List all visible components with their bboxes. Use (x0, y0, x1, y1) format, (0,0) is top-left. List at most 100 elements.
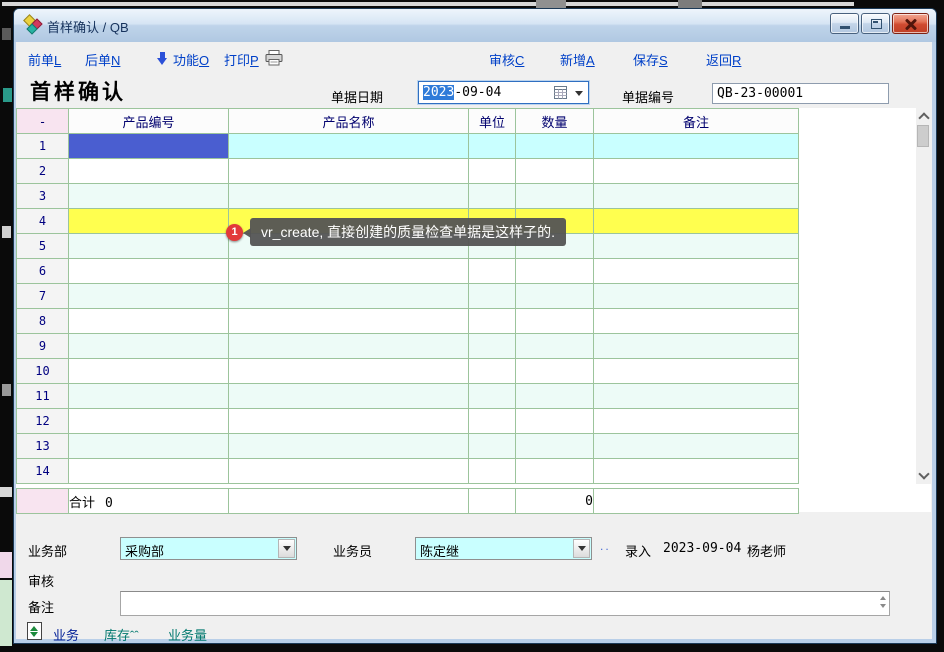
grid-cell[interactable] (69, 434, 229, 459)
grid-cell[interactable] (229, 334, 469, 359)
minimize-button[interactable] (830, 13, 859, 34)
maximize-button[interactable] (861, 13, 890, 34)
tab-inventory[interactable]: 库存ˆˆ (104, 625, 139, 644)
grid-cell[interactable] (516, 434, 594, 459)
grid-cell[interactable] (594, 209, 799, 234)
grid-cell[interactable] (469, 309, 516, 334)
grid-cell[interactable] (594, 184, 799, 209)
doc-date-input[interactable]: 2023-09-04 (418, 81, 589, 104)
grid-cell[interactable] (69, 209, 229, 234)
grid-cell[interactable] (229, 134, 469, 159)
scroll-up-button[interactable] (916, 108, 931, 124)
grid-cell[interactable] (469, 384, 516, 409)
new-button[interactable]: 新增A (560, 50, 595, 68)
grid-cell[interactable] (469, 409, 516, 434)
grid-cell[interactable] (516, 259, 594, 284)
printer-icon[interactable] (265, 50, 284, 71)
grid-cell[interactable] (229, 259, 469, 284)
grid-cell[interactable] (469, 334, 516, 359)
grid-cell[interactable] (594, 284, 799, 309)
grid-cell[interactable] (516, 284, 594, 309)
grid-cell[interactable] (229, 309, 469, 334)
grid-cell[interactable] (594, 309, 799, 334)
grid-cell[interactable] (594, 459, 799, 484)
more-button[interactable]: .. (600, 539, 611, 553)
grid-cell[interactable] (594, 384, 799, 409)
grid-cell[interactable] (469, 159, 516, 184)
grid-cell[interactable] (469, 459, 516, 484)
dept-dropdown-button[interactable] (278, 539, 295, 558)
scrollbar-thumb[interactable] (917, 125, 929, 147)
grid-cell[interactable] (594, 334, 799, 359)
print-button[interactable]: 打印P (224, 50, 259, 68)
functions-button[interactable]: 功能O (173, 50, 209, 68)
chevron-down-icon (578, 546, 586, 551)
grid-cell[interactable] (469, 434, 516, 459)
window-titlebar[interactable]: 首样确认 / QB (14, 9, 936, 42)
vertical-scrollbar[interactable] (916, 108, 931, 484)
grid-cell[interactable] (69, 359, 229, 384)
grid-cell[interactable] (516, 334, 594, 359)
back-button[interactable]: 返回R (706, 50, 741, 68)
grid-cell[interactable] (229, 459, 469, 484)
grid-cell[interactable] (229, 409, 469, 434)
agent-dropdown-button[interactable] (573, 539, 590, 558)
grid-cell[interactable] (594, 434, 799, 459)
grid-cell[interactable] (69, 184, 229, 209)
close-button[interactable] (892, 13, 929, 34)
dept-select[interactable]: 采购部 (120, 537, 297, 560)
grid-cell[interactable] (469, 284, 516, 309)
grid-cell[interactable] (469, 359, 516, 384)
grid-cell[interactable] (516, 359, 594, 384)
grid-cell[interactable] (516, 309, 594, 334)
grid-cell[interactable] (69, 384, 229, 409)
grid-cell[interactable] (69, 334, 229, 359)
grid-cell[interactable] (594, 159, 799, 184)
grid-cell[interactable] (594, 134, 799, 159)
grid-cell[interactable] (594, 234, 799, 259)
audit-button[interactable]: 审核C (489, 50, 524, 68)
grid-cell[interactable] (516, 184, 594, 209)
prev-doc-button[interactable]: 前单L (28, 50, 61, 68)
grid-cell[interactable] (229, 184, 469, 209)
chevron-down-icon[interactable] (575, 91, 583, 96)
doc-sync-icon[interactable] (27, 622, 42, 640)
grid-cell[interactable] (229, 384, 469, 409)
grid-cell[interactable] (594, 359, 799, 384)
grid-cell[interactable] (69, 309, 229, 334)
grid-cell[interactable] (229, 159, 469, 184)
grid-cell[interactable] (469, 184, 516, 209)
tab-business-volume[interactable]: 业务量 (168, 625, 207, 644)
calendar-icon[interactable] (554, 86, 567, 104)
grid-cell[interactable] (69, 159, 229, 184)
table-row: 6 (17, 259, 799, 284)
grid-cell[interactable] (516, 459, 594, 484)
grid-cell[interactable] (69, 134, 229, 159)
grid-cell[interactable] (229, 434, 469, 459)
grid-cell[interactable] (69, 284, 229, 309)
next-doc-button[interactable]: 后单N (85, 50, 120, 68)
tab-business[interactable]: 业务 (53, 625, 79, 644)
grid-cell[interactable] (469, 134, 516, 159)
scroll-down-button[interactable] (916, 468, 931, 484)
grid-cell[interactable] (594, 259, 799, 284)
grid-cell[interactable] (594, 409, 799, 434)
table-row: 2 (17, 159, 799, 184)
grid-cell[interactable] (229, 359, 469, 384)
doc-number-input[interactable]: QB-23-00001 (712, 83, 889, 104)
grid-cell[interactable] (469, 259, 516, 284)
save-button[interactable]: 保存S (633, 50, 668, 68)
grid-cell[interactable] (516, 409, 594, 434)
remark-input[interactable] (120, 591, 890, 616)
grid-cell[interactable] (516, 384, 594, 409)
total-quantity-cell: 0 (516, 489, 594, 514)
grid-cell[interactable] (69, 409, 229, 434)
grid-cell[interactable] (516, 159, 594, 184)
agent-select[interactable]: 陈定继 (415, 537, 592, 560)
grid-cell[interactable] (516, 134, 594, 159)
remark-spinner[interactable] (880, 596, 886, 608)
grid-cell[interactable] (229, 284, 469, 309)
grid-cell[interactable] (69, 234, 229, 259)
grid-cell[interactable] (69, 459, 229, 484)
grid-cell[interactable] (69, 259, 229, 284)
